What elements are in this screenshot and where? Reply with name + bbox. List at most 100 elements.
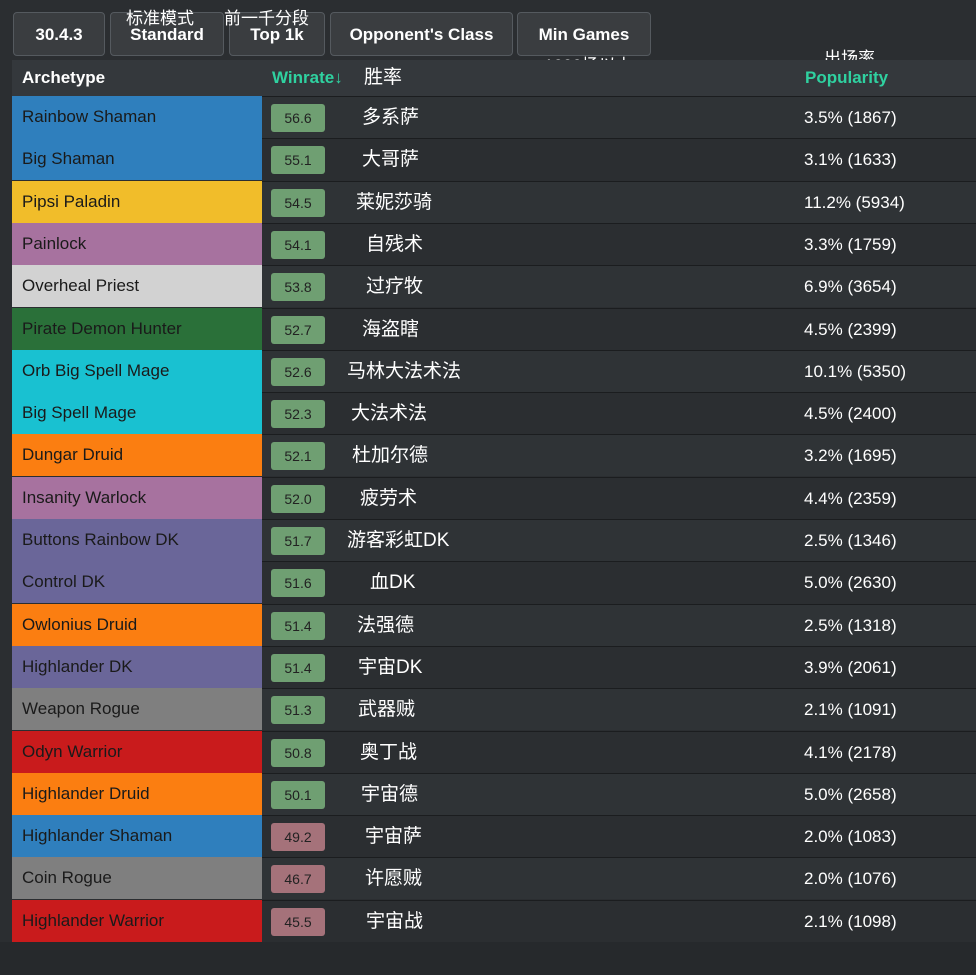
archetype-name[interactable]: Weapon Rogue [12,688,262,731]
table-row[interactable]: Weapon Rogue 51.3 武器贼 2.1% (1091) [12,688,976,731]
winrate-column-header[interactable]: Winrate↓ [272,60,343,96]
archetype-cn-annotation: 多系萨 [362,107,420,128]
table-row[interactable]: Big Shaman 55.1 大哥萨 3.1% (1633) [12,138,976,181]
winrate-badge: 52.7 [271,315,325,344]
archetype-name[interactable]: Coin Rogue [12,857,262,900]
table-row[interactable]: Coin Rogue 46.7 许愿贼 2.0% (1076) [12,857,976,900]
popularity-value: 3.1% (1633) [804,150,897,170]
archetype-name[interactable]: Control DK [12,561,262,604]
table-row[interactable]: Dungar Druid 52.1 杜加尔德 3.2% (1695) [12,434,976,477]
winrate-badge: 51.3 [271,696,325,725]
winrate-badge: 50.8 [271,738,325,767]
table-row[interactable]: Painlock 54.1 自残术 3.3% (1759) [12,222,976,265]
table-row[interactable]: Big Spell Mage 52.3 大法术法 4.5% (2400) [12,392,976,435]
archetype-cn-annotation: 宇宙DK [358,656,423,678]
popularity-value: 3.5% (1867) [804,108,897,127]
popularity-value: 5.0% (2658) [804,784,897,804]
table-row[interactable]: Orb Big Spell Mage 52.6 马林大法术法 10.1% (5350) [12,349,976,392]
archetype-cn-annotation: 许愿贼 [365,868,423,890]
opponent-class-filter-button[interactable]: Opponent's Class [330,12,513,56]
archetype-name[interactable]: Buttons Rainbow DK [12,519,262,561]
table-row[interactable]: Highlander Druid 50.1 宇宙德 5.0% (2658) [12,772,976,815]
winrate-cell: 54.5 莱妮莎骑 11.2% (5934) [262,180,976,223]
table-row[interactable]: Pirate Demon Hunter 52.7 海盗瞎 4.5% (2399) [12,307,976,350]
table-row[interactable]: Buttons Rainbow DK 51.7 游客彩虹DK 2.5% (1346) [12,519,976,561]
table-row[interactable]: Insanity Warlock 52.0 疲劳术 4.4% (2359) [12,476,976,519]
archetype-cn-annotation: 自残术 [366,233,424,255]
archetype-name[interactable]: Overheal Priest [12,265,262,308]
winrate-cell: 52.3 大法术法 4.5% (2400) [262,392,976,434]
winrate-cell: 55.1 大哥萨 3.1% (1633) [262,138,976,180]
archetype-cn-annotation: 海盗瞎 [362,318,420,340]
winrate-badge: 51.4 [271,611,325,640]
popularity-value: 2.1% (1091) [804,700,897,720]
archetype-name[interactable]: Highlander Warrior [12,899,262,942]
popularity-value: 2.5% (1346) [804,531,897,550]
archetype-name[interactable]: Pirate Demon Hunter [12,307,262,350]
archetype-name[interactable]: Highlander Shaman [12,815,262,858]
winrate-cell: 52.6 马林大法术法 10.1% (5350) [262,349,976,392]
table-row[interactable]: Control DK 51.6 血DK 5.0% (2630) [12,561,976,604]
winrate-cell: 46.7 许愿贼 2.0% (1076) [262,857,976,899]
winrate-annotation: 胜率 [364,67,403,88]
patch-filter-button[interactable]: 30.4.3 [13,12,105,56]
archetype-name[interactable]: Highlander Druid [12,772,262,815]
popularity-value: 2.0% (1076) [804,869,897,889]
winrate-badge: 49.2 [271,823,325,852]
archetype-name[interactable]: Big Spell Mage [12,392,262,435]
popularity-value: 4.5% (2399) [804,319,897,339]
popularity-value: 6.9% (3654) [804,277,897,297]
archetype-cn-annotation: 血DK [370,572,416,594]
table-row[interactable]: Owlonius Druid 51.4 法强德 2.5% (1318) [12,603,976,646]
table-row[interactable]: Highlander Shaman 49.2 宇宙萨 2.0% (1083) [12,815,976,858]
table-header: Archetype Winrate↓ 胜率 Popularity [12,60,976,96]
popularity-value: 4.5% (2400) [804,404,897,424]
winrate-badge: 54.1 [271,230,325,259]
archetype-name[interactable]: Big Shaman [12,138,262,181]
popularity-value: 3.3% (1759) [804,234,897,254]
winrate-cell: 51.6 血DK 5.0% (2630) [262,561,976,603]
popularity-column-header[interactable]: Popularity [805,60,888,96]
winrate-badge: 51.7 [271,527,325,555]
table-row[interactable]: Overheal Priest 53.8 过疗牧 6.9% (3654) [12,265,976,308]
archetype-column-header[interactable]: Archetype [22,60,105,96]
popularity-value: 3.9% (2061) [804,657,897,677]
winrate-cell: 45.5 宇宙战 2.1% (1098) [262,899,976,942]
archetype-name[interactable]: Pipsi Paladin [12,180,262,223]
popularity-value: 11.2% (5934) [804,192,905,212]
archetype-cn-annotation: 游客彩虹DK [347,530,450,551]
archetype-cn-annotation: 宇宙萨 [365,826,423,848]
archetype-name[interactable]: Dungar Druid [12,434,262,477]
archetype-cn-annotation: 疲劳术 [360,487,418,509]
table-footer [0,942,976,975]
winrate-cell: 50.8 奥丁战 4.1% (2178) [262,730,976,773]
archetype-name[interactable]: Orb Big Spell Mage [12,349,262,392]
table-row[interactable]: Highlander DK 51.4 宇宙DK 3.9% (2061) [12,645,976,688]
winrate-cell: 51.7 游客彩虹DK 2.5% (1346) [262,519,976,561]
winrate-cell: 53.8 过疗牧 6.9% (3654) [262,265,976,307]
winrate-badge: 51.4 [271,653,325,682]
table-row[interactable]: Rainbow Shaman 56.6 多系萨 3.5% (1867) [12,96,976,138]
winrate-badge: 52.3 [271,400,325,429]
winrate-badge: 52.1 [271,442,325,471]
archetype-name[interactable]: Owlonius Druid [12,603,262,646]
archetype-cn-annotation: 法强德 [357,614,415,636]
archetype-name[interactable]: Highlander DK [12,645,262,688]
popularity-value: 3.2% (1695) [804,446,897,466]
winrate-cell: 52.1 杜加尔德 3.2% (1695) [262,434,976,476]
winrate-badge: 55.1 [271,146,325,175]
archetype-name[interactable]: Odyn Warrior [12,730,262,773]
table-row[interactable]: Highlander Warrior 45.5 宇宙战 2.1% (1098) [12,899,976,942]
table-row[interactable]: Odyn Warrior 50.8 奥丁战 4.1% (2178) [12,730,976,773]
archetype-name[interactable]: Rainbow Shaman [12,96,262,138]
winrate-badge: 54.5 [271,188,325,217]
winrate-cell: 50.1 宇宙德 5.0% (2658) [262,772,976,815]
archetype-cn-annotation: 大哥萨 [362,149,420,171]
winrate-cell: 51.4 法强德 2.5% (1318) [262,603,976,646]
table-row[interactable]: Pipsi Paladin 54.5 莱妮莎骑 11.2% (5934) [12,180,976,223]
archetype-name[interactable]: Insanity Warlock [12,476,262,519]
archetype-cn-annotation: 过疗牧 [366,276,424,298]
archetype-name[interactable]: Painlock [12,222,262,265]
min-games-filter-button[interactable]: Min Games [517,12,651,56]
winrate-badge: 52.6 [271,357,325,386]
